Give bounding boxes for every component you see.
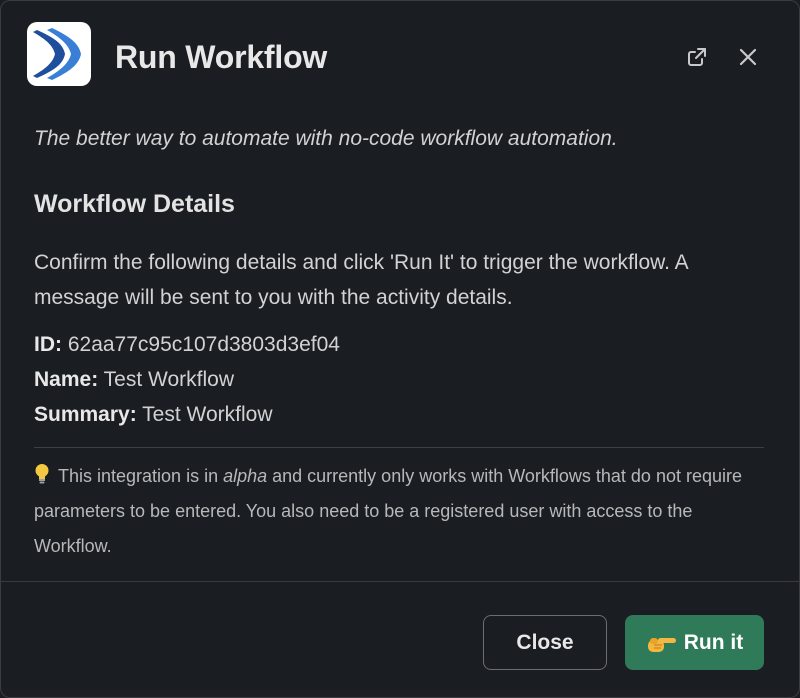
- detail-summary-label: Summary:: [34, 403, 137, 426]
- run-it-button[interactable]: Run it: [625, 615, 764, 670]
- open-external-button[interactable]: [679, 39, 715, 75]
- confirm-text: Confirm the following details and click …: [34, 251, 688, 309]
- modal-header: Run Workflow: [1, 1, 799, 113]
- detail-name-value: Test Workflow: [103, 368, 234, 391]
- lightbulb-icon: [35, 464, 49, 484]
- close-button-label: Close: [516, 630, 574, 654]
- detail-summary: Summary: Test Workflow: [34, 403, 272, 427]
- tagline: The better way to automate with no-code …: [34, 127, 618, 150]
- detail-name: Name: Test Workflow: [34, 368, 234, 392]
- run-button-label: Run it: [683, 630, 744, 654]
- pointing-hand-icon: [647, 637, 676, 652]
- alpha-note: This integration is in alpha and current…: [34, 459, 769, 564]
- close-icon: [739, 48, 757, 66]
- divider: [34, 447, 764, 448]
- run-workflow-modal: Run Workflow The better way to automate …: [0, 0, 800, 698]
- external-link-icon: [688, 48, 706, 66]
- modal-title: Run Workflow: [115, 39, 328, 75]
- close-modal-button[interactable]: [730, 39, 766, 75]
- app-logo: [27, 22, 91, 86]
- detail-id: ID: 62aa77c95c107d3803d3ef04: [34, 333, 340, 357]
- section-title: Workflow Details: [34, 190, 235, 218]
- detail-id-label: ID:: [34, 333, 62, 356]
- close-button[interactable]: Close: [483, 615, 607, 670]
- detail-name-label: Name:: [34, 368, 99, 391]
- footer-divider: [1, 581, 799, 582]
- detail-id-value: 62aa77c95c107d3803d3ef04: [67, 333, 340, 356]
- note-emphasis: alpha: [223, 466, 268, 486]
- note-prefix: This integration is in: [58, 466, 224, 486]
- detail-summary-value: Test Workflow: [142, 403, 273, 426]
